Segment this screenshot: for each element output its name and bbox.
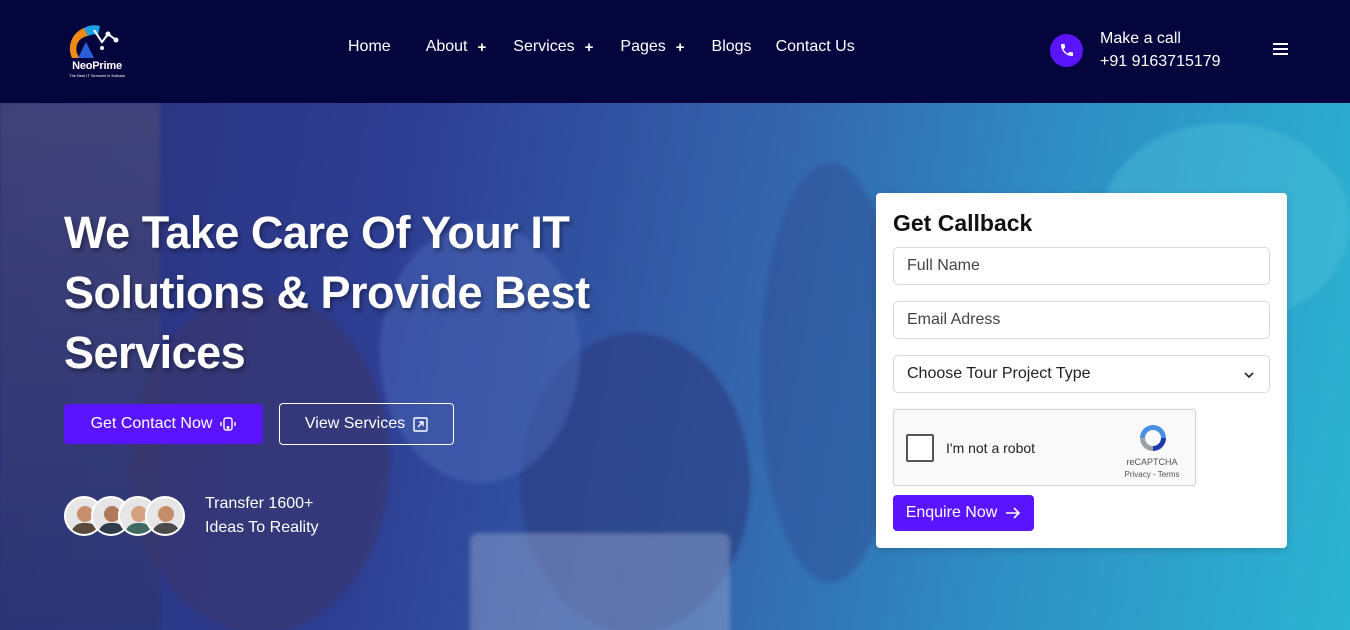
- nav-item-label: Pages: [620, 38, 666, 55]
- button-label: Enquire Now: [905, 504, 998, 521]
- recaptcha-logo-icon: [1137, 422, 1169, 459]
- get-contact-now-button[interactable]: Get Contact Now: [64, 404, 263, 444]
- avatar: [145, 496, 185, 536]
- plus-icon: +: [675, 38, 685, 56]
- project-type-select[interactable]: Choose Tour Project Type: [893, 355, 1270, 393]
- nav-item-label: Services: [513, 38, 575, 55]
- brand-tagline: The Best IT Services in Kolkata: [69, 73, 125, 78]
- nav-item-label: Contact Us: [775, 38, 855, 55]
- hero-title: We Take Care Of Your IT Solutions & Prov…: [64, 203, 664, 383]
- nav-item-services[interactable]: Services +: [513, 38, 593, 56]
- nav-item-about[interactable]: About +: [426, 38, 487, 56]
- chevron-down-icon: [1243, 368, 1255, 386]
- nav-item-label: Home: [348, 38, 391, 55]
- client-avatars: [64, 496, 186, 538]
- button-label: Get Contact Now: [90, 415, 213, 432]
- nav-item-home[interactable]: Home: [348, 38, 391, 56]
- plus-icon: +: [477, 38, 487, 56]
- stat-line: Ideas To Reality: [205, 519, 319, 536]
- nav-item-label: About: [425, 38, 468, 55]
- nav-item-pages[interactable]: Pages +: [620, 38, 684, 56]
- form-title: Get Callback: [893, 210, 1033, 236]
- recaptcha-checkbox[interactable]: [906, 434, 934, 462]
- plus-icon: +: [584, 38, 594, 56]
- logo-mark-icon: [69, 25, 119, 58]
- recaptcha-privacy-terms[interactable]: Privacy - Terms: [1117, 470, 1187, 479]
- stat-line: Transfer 1600+: [205, 495, 314, 512]
- full-name-field[interactable]: Full Name: [893, 247, 1270, 285]
- hero-title-line: We Take Care Of Your IT: [64, 207, 570, 258]
- brand-name: NeoPrime: [72, 60, 122, 72]
- button-label: View Services: [304, 415, 406, 432]
- background-photo-shape: [470, 533, 730, 630]
- hero-title-line: Services: [64, 327, 246, 378]
- call-block[interactable]: Make a call +91 9163715179: [1050, 27, 1221, 73]
- view-services-button[interactable]: View Services: [279, 403, 454, 445]
- nav-item-label: Blogs: [711, 38, 752, 55]
- nav-item-blogs[interactable]: Blogs: [712, 38, 752, 56]
- call-label: Make a call: [1100, 30, 1181, 47]
- enquire-now-button[interactable]: Enquire Now: [893, 495, 1034, 531]
- email-placeholder: Email Adress: [907, 311, 1001, 328]
- email-field[interactable]: Email Adress: [893, 301, 1270, 339]
- project-type-selected: Choose Tour Project Type: [907, 365, 1091, 382]
- main-nav: Home About + Services + Pages + Blogs Co…: [348, 38, 855, 56]
- hero-title-line: Solutions & Provide Best: [64, 267, 590, 318]
- phone-icon: [1050, 33, 1083, 67]
- arrow-right-icon: [1005, 507, 1021, 519]
- external-arrow-icon: [413, 416, 428, 432]
- recaptcha-widget: I'm not a robot reCAPTCHA Privacy - Term…: [893, 409, 1196, 486]
- nav-item-contact-us[interactable]: Contact Us: [776, 38, 855, 56]
- site-header: NeoPrime The Best IT Services in Kolkata…: [0, 0, 1350, 103]
- callback-form-card: Get Callback Full Name Email Adress Choo…: [876, 193, 1287, 548]
- brand-logo[interactable]: NeoPrime The Best IT Services in Kolkata: [64, 20, 130, 80]
- hamburger-menu-icon[interactable]: [1273, 43, 1288, 55]
- full-name-placeholder: Full Name: [907, 257, 980, 274]
- phone-ring-icon: [220, 416, 237, 432]
- call-phone-number: +91 9163715179: [1100, 53, 1221, 70]
- recaptcha-brand: reCAPTCHA: [1126, 457, 1178, 467]
- transfer-stat: Transfer 1600+ Ideas To Reality: [205, 492, 319, 540]
- recaptcha-label: I'm not a robot: [946, 440, 1036, 456]
